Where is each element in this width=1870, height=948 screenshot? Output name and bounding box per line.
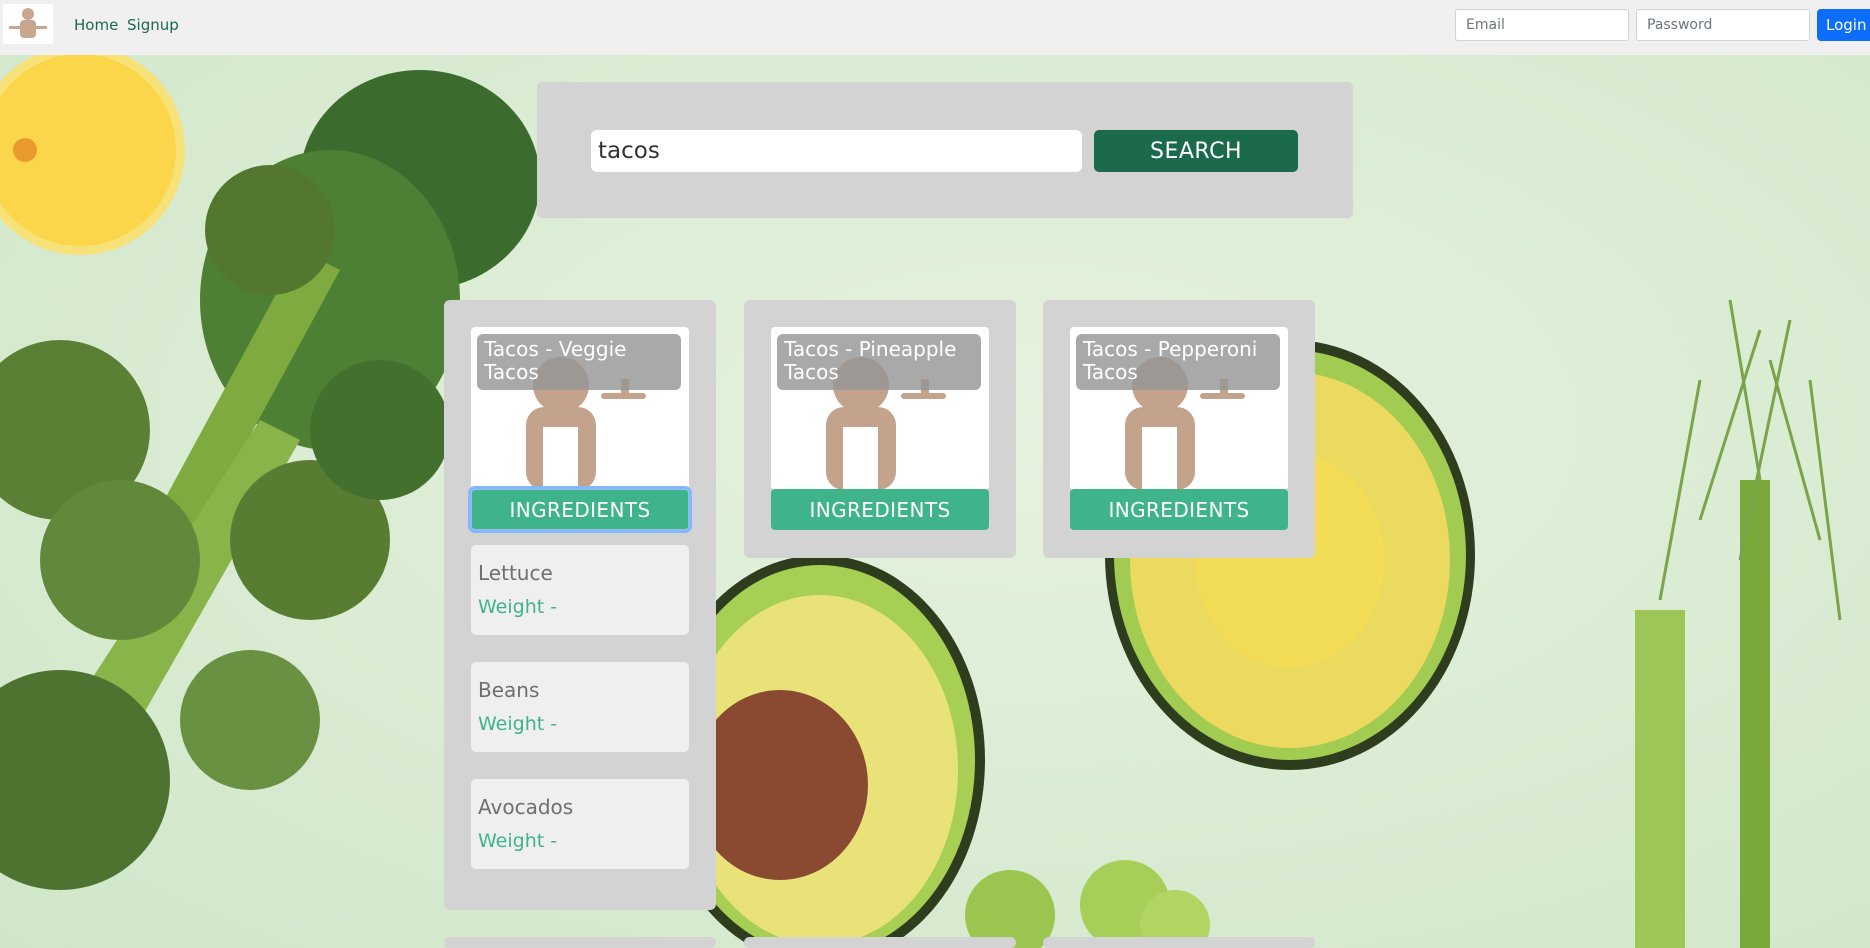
recipe-card: Tacos - Pepperoni Tacos INGREDIENTS — [1043, 300, 1315, 558]
navbar: Home Signup Login — [0, 0, 1870, 55]
search-button[interactable]: SEARCH — [1094, 130, 1298, 172]
recipe-card: Tacos - Pineapple Tacos INGREDIENTS — [744, 300, 1016, 558]
ingredient-name: Avocados — [478, 795, 574, 819]
ingredients-button[interactable]: INGREDIENTS — [1070, 489, 1288, 530]
ingredient-name: Lettuce — [478, 561, 553, 585]
recipe-thumbnail[interactable]: Tacos - Pineapple Tacos — [771, 327, 989, 490]
ingredient-item: Beans Weight - — [471, 662, 689, 752]
recipe-card — [1043, 937, 1315, 948]
nav-signup-link[interactable]: Signup — [127, 16, 179, 34]
ingredient-weight: Weight - — [478, 713, 558, 735]
recipe-thumbnail[interactable]: Tacos - Veggie Tacos — [471, 327, 689, 490]
ingredients-button[interactable]: INGREDIENTS — [771, 489, 989, 530]
search-input[interactable] — [591, 130, 1082, 172]
recipe-thumbnail[interactable]: Tacos - Pepperoni Tacos — [1070, 327, 1288, 490]
ingredient-weight: Weight - — [478, 596, 558, 618]
ingredients-button[interactable]: INGREDIENTS — [471, 489, 689, 530]
email-field[interactable] — [1455, 9, 1629, 41]
recipe-title: Tacos - Pineapple Tacos — [777, 334, 981, 390]
recipe-card: Tacos - Veggie Tacos INGREDIENTS Lettuce… — [444, 300, 716, 910]
ingredient-name: Beans — [478, 678, 540, 702]
search-panel: SEARCH — [537, 82, 1353, 218]
ingredient-weight: Weight - — [478, 830, 558, 852]
recipe-card — [444, 937, 716, 948]
recipe-title: Tacos - Pepperoni Tacos — [1076, 334, 1280, 390]
recipe-card — [744, 937, 1016, 948]
ingredient-item: Lettuce Weight - — [471, 545, 689, 635]
chef-logo-icon[interactable] — [3, 4, 53, 44]
password-field[interactable] — [1636, 9, 1810, 41]
ingredient-item: Avocados Weight - — [471, 779, 689, 869]
login-button[interactable]: Login — [1817, 9, 1870, 41]
nav-home-link[interactable]: Home — [74, 16, 118, 34]
recipe-title: Tacos - Veggie Tacos — [477, 334, 681, 390]
